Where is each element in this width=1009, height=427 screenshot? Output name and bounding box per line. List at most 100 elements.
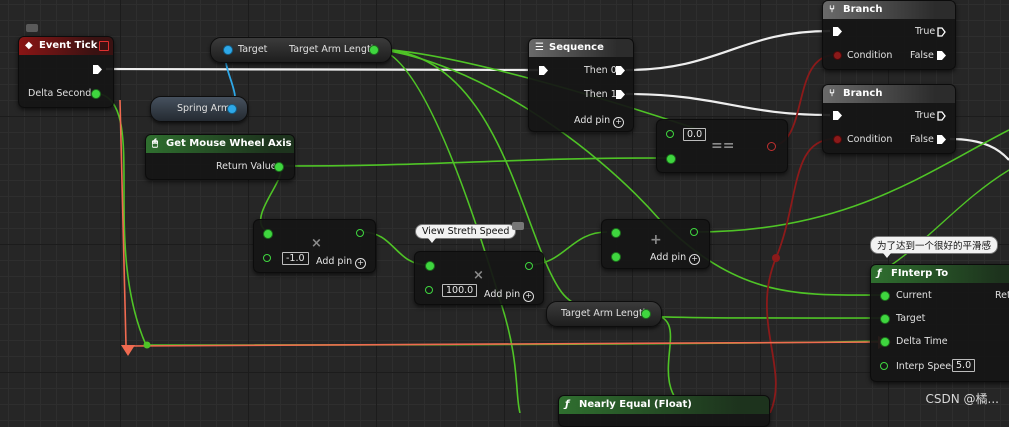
sequence-node[interactable]: ☰ Sequence Then 0 Then 1 Add pin +: [528, 38, 634, 132]
event-tick-node[interactable]: ◆ Event Tick Delta Seconds: [18, 36, 114, 108]
branch2-exec-in-pin[interactable]: [833, 111, 842, 120]
add-add-pin-button[interactable]: Add pin +: [650, 252, 701, 265]
sequence-add-pin-button[interactable]: Add pin +: [574, 115, 625, 128]
sequence-title: Sequence: [549, 42, 604, 53]
comment-tail: [428, 238, 436, 243]
multiply2-operator: ×: [473, 268, 484, 283]
event-tick-title: Event Tick: [39, 40, 98, 51]
multiply-node-2[interactable]: 100.0 × Add pin +: [414, 251, 544, 305]
spring-arm-node[interactable]: Spring Arm: [150, 96, 248, 122]
add-input-b-pin[interactable]: [611, 252, 621, 262]
multiply1-operator: ×: [311, 236, 322, 251]
finterp-interp-speed-pin[interactable]: [880, 362, 888, 370]
multiply2-value-field[interactable]: 100.0: [442, 284, 478, 297]
spring-arm-label: Spring Arm: [177, 103, 231, 114]
sequence-icon: ☰: [535, 42, 544, 53]
wire-reroute-knot-green[interactable]: [143, 341, 151, 349]
equal-input-b-pin[interactable]: [666, 154, 676, 164]
finterp-interp-speed-label: Interp Speed: [896, 361, 958, 372]
finterp-comment[interactable]: 为了达到一个很好的平滑感: [870, 236, 999, 258]
branch2-condition-pin[interactable]: [833, 135, 842, 144]
add-output-pin[interactable]: [690, 228, 698, 236]
finterp-target-pin[interactable]: [880, 314, 890, 324]
target-arm-length-node[interactable]: Target Arm Length: [546, 301, 662, 327]
delta-seconds-label: Delta Seconds: [28, 88, 97, 99]
view-streth-speed-comment[interactable]: View Streth Speed: [415, 224, 517, 243]
add-node[interactable]: + Add pin +: [601, 219, 710, 269]
branch2-header: ⑂ Branch: [823, 85, 955, 103]
float-wire-finterp-return: [883, 169, 1009, 271]
delta-seconds-pin[interactable]: [91, 89, 101, 99]
then0-pin[interactable]: [616, 66, 625, 75]
branch1-condition-pin[interactable]: [833, 51, 842, 60]
multiply2-add-pin-label: Add pin: [484, 289, 521, 300]
finterp-target-label: Target: [896, 313, 926, 324]
then1-pin[interactable]: [616, 90, 625, 99]
target-arm-length-pill-label: Target Arm Length: [561, 308, 649, 319]
multiply2-input-a-pin[interactable]: [425, 261, 435, 271]
target-arm-length-out-pin[interactable]: [369, 45, 379, 55]
then1-label: Then 1: [584, 89, 617, 100]
return-value-pin[interactable]: [274, 162, 284, 172]
nearly-equal-node[interactable]: ƒ Nearly Equal (Float): [558, 395, 770, 427]
multiply1-value-field[interactable]: -1.0: [282, 252, 309, 265]
add-pin-plus-icon: +: [355, 258, 367, 269]
exec-out-pin[interactable]: [93, 65, 102, 74]
event-diamond-icon: ◆: [25, 40, 33, 51]
equal-output-pin[interactable]: [767, 142, 776, 151]
spring-arm-out-pin[interactable]: [227, 104, 237, 114]
branch-icon: ⑂: [829, 4, 835, 15]
multiply1-add-pin-button[interactable]: Add pin +: [316, 256, 367, 269]
finterp-current-label: Current: [896, 290, 932, 301]
finterp-interp-speed-field[interactable]: 5.0: [952, 359, 976, 372]
sequence-header: ☰ Sequence: [529, 39, 633, 57]
finterp-to-node[interactable]: ƒ FInterp To Current Ret Target Delta Ti…: [870, 264, 1009, 382]
function-icon: ƒ: [565, 399, 570, 410]
exec-wire-tick-sequence: [105, 67, 539, 72]
sequence-exec-in-pin[interactable]: [539, 66, 548, 75]
multiply2-add-pin-button[interactable]: Add pin +: [484, 289, 535, 302]
wire-reroute-knot[interactable]: [772, 254, 780, 262]
branch1-false-pin[interactable]: [937, 51, 946, 60]
multiply1-output-pin[interactable]: [356, 229, 364, 237]
branch1-false-label: False: [910, 50, 934, 61]
branch1-condition-label: Condition: [847, 50, 893, 61]
finterp-current-pin[interactable]: [880, 291, 890, 301]
branch-icon: ⑂: [829, 88, 835, 99]
branch1-true-pin[interactable]: [937, 27, 946, 37]
target-arm-length-pill-pin[interactable]: [641, 309, 651, 319]
finterp-delta-time-pin[interactable]: [880, 337, 890, 347]
multiply2-output-pin[interactable]: [525, 262, 533, 270]
branch-node-2[interactable]: ⑂ Branch True Condition False: [822, 84, 956, 154]
multiply1-input-b-pin[interactable]: [263, 254, 271, 262]
branch2-true-label: True: [915, 110, 936, 121]
mouse-wheel-header: 🖱 Get Mouse Wheel Axis: [146, 135, 294, 153]
multiply1-input-a-pin[interactable]: [263, 229, 273, 239]
mouse-wheel-axis-node[interactable]: 🖱 Get Mouse Wheel Axis Return Value: [145, 134, 295, 180]
equal-operator: ==: [711, 138, 735, 154]
branch2-true-pin[interactable]: [937, 111, 946, 121]
target-arm-length-label: Target Arm Length: [289, 44, 377, 55]
branch-node-1[interactable]: ⑂ Branch True Condition False: [822, 0, 956, 70]
nearly-equal-header: ƒ Nearly Equal (Float): [559, 396, 769, 414]
add-operator: +: [650, 232, 662, 248]
add-add-pin-label: Add pin: [650, 252, 687, 263]
add-pin-plus-icon: +: [689, 254, 701, 265]
comment-tag-icon: [512, 222, 524, 230]
return-value-label: Return Value: [216, 161, 277, 172]
equal-input-a-pin[interactable]: [666, 130, 674, 138]
multiply2-input-b-pin[interactable]: [425, 286, 433, 294]
equal-value-field[interactable]: 0.0: [683, 128, 707, 141]
add-input-a-pin[interactable]: [611, 228, 621, 238]
equal-node[interactable]: 0.0 ==: [656, 119, 788, 173]
branch1-header: ⑂ Branch: [823, 1, 955, 19]
target-pin[interactable]: [223, 45, 233, 55]
delegate-pin-icon[interactable]: [99, 41, 109, 51]
multiply-node-1[interactable]: -1.0 × Add pin +: [253, 219, 376, 273]
float-wire-mouse-equal: [279, 157, 667, 167]
function-icon: ƒ: [877, 268, 882, 279]
bool-wire-branch2-cond: [766, 138, 836, 413]
target-arm-length-get-node[interactable]: Target Target Arm Length: [210, 37, 392, 63]
branch1-exec-in-pin[interactable]: [833, 27, 842, 36]
branch2-false-pin[interactable]: [937, 135, 946, 144]
